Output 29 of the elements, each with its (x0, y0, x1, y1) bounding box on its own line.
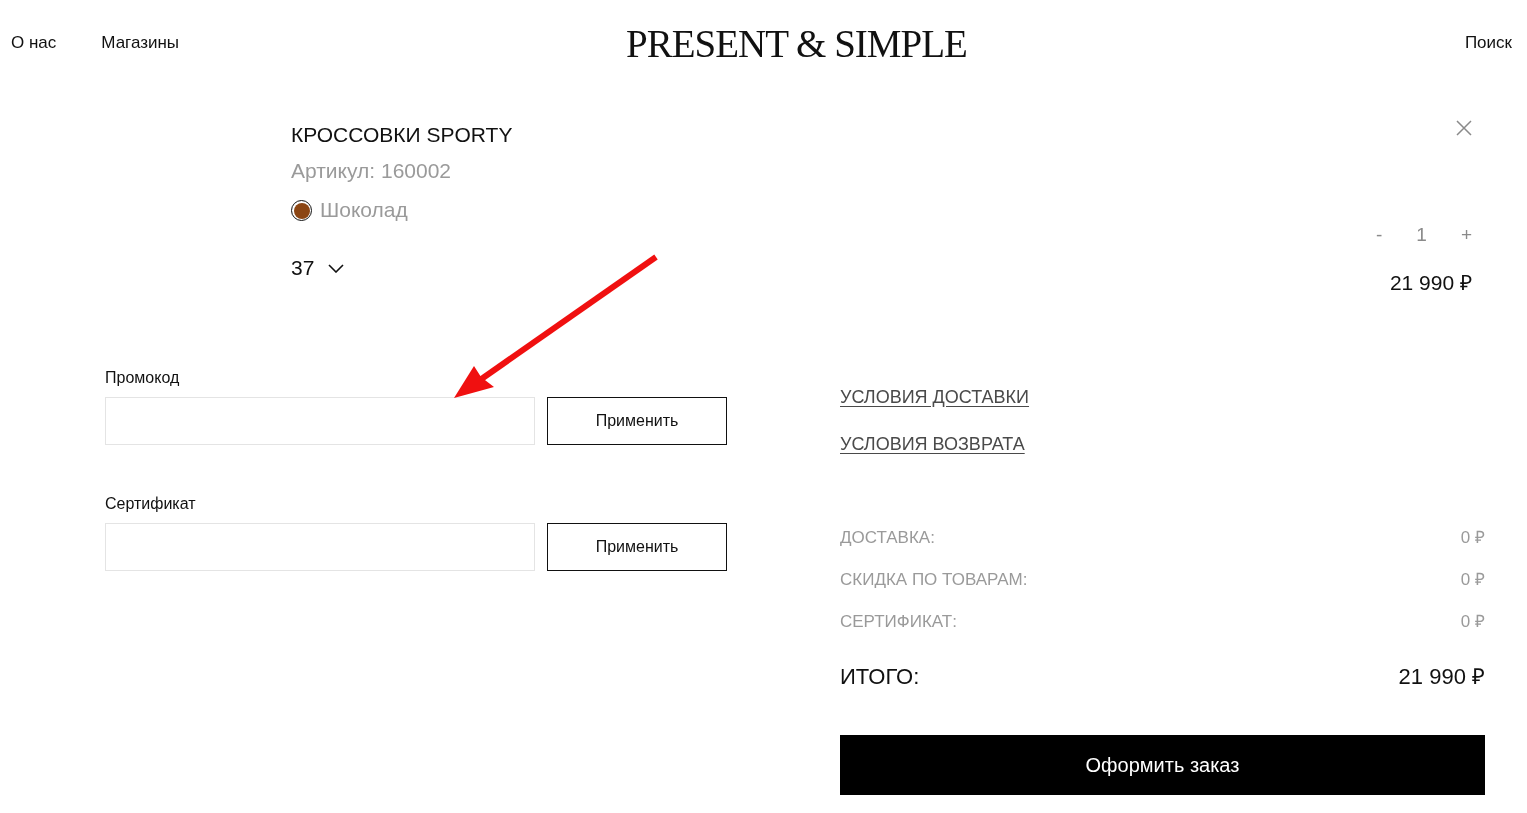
terms-link[interactable]: УСЛОВИЯ ВОЗВРАТА (840, 433, 1025, 455)
close-icon[interactable] (1456, 120, 1472, 136)
field-label: Промокод (105, 368, 180, 388)
summary-label: СЕРТИФИКАТ: (840, 611, 957, 633)
nav-link[interactable]: О нас (11, 33, 57, 53)
field-label: Сертификат (105, 494, 196, 514)
apply-button[interactable]: Применить (547, 397, 727, 445)
terms-link[interactable]: УСЛОВИЯ ДОСТАВКИ (840, 386, 1030, 408)
summary-value: 0 ₽ (1460, 569, 1485, 591)
product-title: КРОССОВКИ SPORTY (291, 122, 513, 148)
total-value: 21 990 ₽ (1398, 663, 1485, 691)
size-dropdown[interactable]: 37 (291, 255, 345, 281)
nav-link[interactable]: Магазины (101, 33, 180, 53)
quantity-value: 1 (1416, 224, 1427, 246)
item-price: 21 990 ₽ (1389, 270, 1472, 296)
summary-value: 0 ₽ (1460, 527, 1485, 549)
summary-value: 0 ₽ (1460, 611, 1485, 633)
logo[interactable]: PRESENT & SIMPLE (626, 23, 967, 63)
chevron-down-icon (328, 263, 345, 273)
summary-label: ДОСТАВКА: (840, 527, 935, 549)
apply-button[interactable]: Применить (547, 523, 727, 571)
summary-label: СКИДКА ПО ТОВАРАМ: (840, 569, 1028, 591)
promo-code-field[interactable] (105, 397, 535, 445)
color-name: Шоколад (320, 197, 408, 223)
total-label: ИТОГО: (840, 663, 920, 691)
search-link[interactable]: Поиск (1464, 33, 1512, 52)
article-number: Артикул: 160002 (291, 158, 452, 184)
checkout-button[interactable]: Оформить заказ (840, 735, 1485, 795)
certificate-field[interactable] (105, 523, 535, 571)
